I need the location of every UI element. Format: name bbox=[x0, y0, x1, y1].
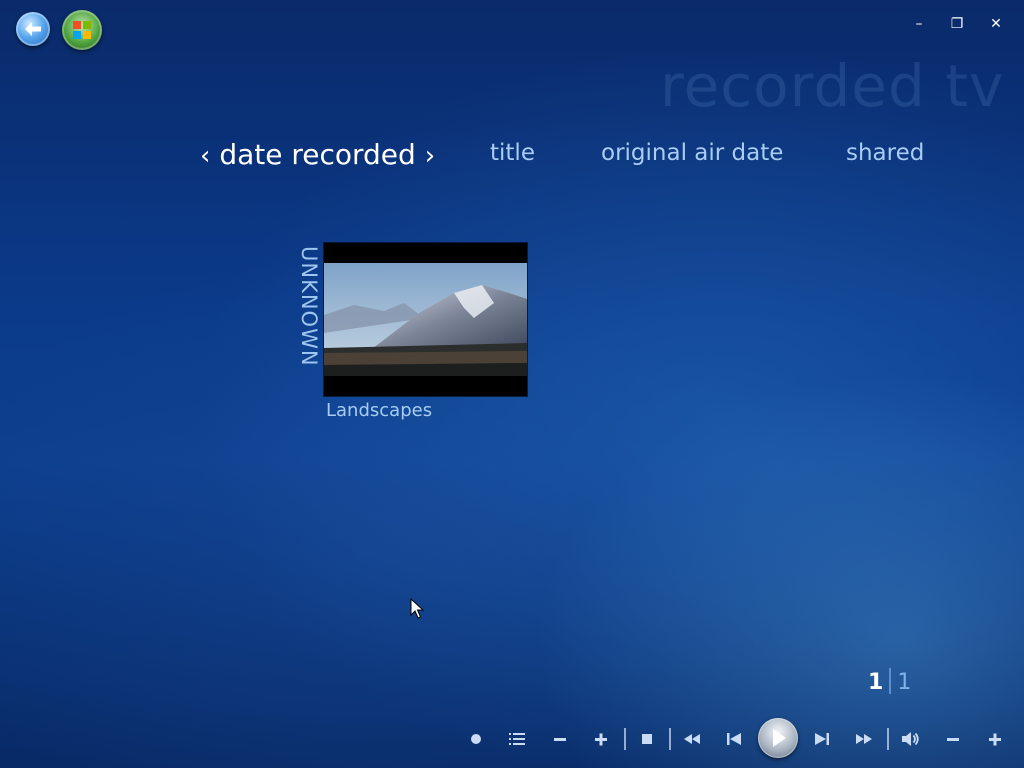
page-current: 1 bbox=[868, 670, 884, 695]
recording-title[interactable]: Landscapes bbox=[326, 400, 432, 421]
pivot-date-recorded[interactable]: ‹ date recorded › bbox=[200, 138, 435, 171]
transport-separator bbox=[669, 728, 671, 750]
channel-down-icon[interactable] bbox=[548, 728, 572, 750]
restore-button[interactable]: ❐ bbox=[946, 14, 968, 34]
guide-icon[interactable] bbox=[505, 728, 529, 750]
skip-forward-icon[interactable] bbox=[810, 728, 834, 750]
pivot-original-air-date[interactable]: original air date bbox=[601, 140, 783, 166]
windows-logo-icon bbox=[73, 21, 91, 39]
back-arrow-icon bbox=[25, 22, 41, 36]
page-counter: 11 bbox=[868, 668, 911, 695]
fast-forward-icon[interactable] bbox=[852, 728, 876, 750]
mute-icon[interactable] bbox=[898, 728, 922, 750]
chevron-right-icon[interactable]: › bbox=[425, 141, 435, 171]
windows-start-button[interactable] bbox=[62, 10, 102, 50]
group-label: UNKNOWN bbox=[296, 246, 322, 376]
play-icon bbox=[773, 729, 786, 747]
pivot-active-label: date recorded bbox=[219, 138, 416, 171]
minimize-button[interactable]: – bbox=[908, 14, 930, 34]
record-icon[interactable] bbox=[464, 728, 488, 750]
transport-separator bbox=[624, 728, 626, 750]
stop-icon[interactable] bbox=[635, 728, 659, 750]
page-total: 1 bbox=[897, 670, 912, 695]
channel-up-icon[interactable] bbox=[589, 728, 613, 750]
skip-back-icon[interactable] bbox=[722, 728, 746, 750]
volume-up-icon[interactable] bbox=[983, 728, 1007, 750]
transport-controls bbox=[460, 716, 1020, 762]
back-button[interactable] bbox=[16, 12, 50, 46]
group-label-text: UNKNOWN bbox=[297, 246, 321, 367]
play-button[interactable] bbox=[758, 718, 798, 758]
close-button[interactable]: ✕ bbox=[985, 14, 1007, 34]
rewind-icon[interactable] bbox=[680, 728, 704, 750]
recording-thumbnail[interactable] bbox=[324, 243, 527, 396]
landscape-image bbox=[324, 263, 527, 376]
chevron-left-icon[interactable]: ‹ bbox=[200, 141, 210, 171]
pivot-shared[interactable]: shared bbox=[846, 140, 924, 166]
page-separator bbox=[889, 668, 892, 694]
mouse-cursor-icon bbox=[410, 598, 424, 619]
volume-down-icon[interactable] bbox=[941, 728, 965, 750]
section-watermark: recorded tv bbox=[660, 52, 1005, 120]
pivot-title[interactable]: title bbox=[490, 140, 535, 166]
transport-separator bbox=[887, 728, 889, 750]
